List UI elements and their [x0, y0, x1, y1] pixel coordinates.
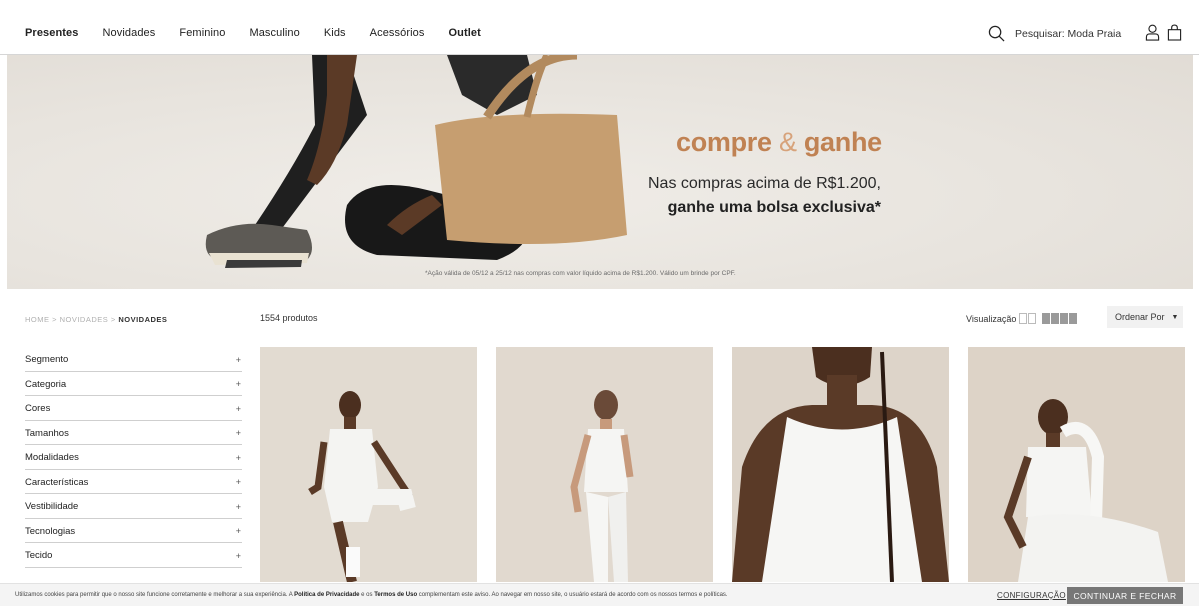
sort-dropdown[interactable]: Ordenar Por ▼ — [1107, 306, 1183, 328]
terms-link[interactable]: Termos de Uso — [374, 592, 417, 598]
filter-label: Tamanhos — [25, 427, 69, 439]
search-icon[interactable] — [988, 25, 1005, 42]
nav-novidades[interactable]: Novidades — [103, 27, 156, 39]
plus-icon: + — [235, 428, 241, 439]
cookie-config-link[interactable]: CONFIGURAÇÃO — [997, 591, 1066, 600]
filter-tecnologias[interactable]: Tecnologias + — [25, 519, 242, 543]
filter-tamanhos[interactable]: Tamanhos + — [25, 421, 242, 445]
breadcrumb-current: NOVIDADES — [118, 315, 168, 324]
filter-label: Cores — [25, 403, 51, 415]
promo-title-part1: compre — [676, 127, 772, 157]
grid-4-icon[interactable] — [1042, 313, 1078, 324]
promo-title-part2: ganhe — [803, 127, 882, 157]
plus-icon: + — [235, 379, 241, 390]
nav-outlet[interactable]: Outlet — [448, 27, 480, 39]
promo-banner[interactable]: compre & ganhe Nas compras acima de R$1.… — [7, 55, 1193, 289]
filter-label: Características — [25, 476, 89, 488]
filter-label: Tecnologias — [25, 525, 76, 537]
breadcrumb: HOME > NOVIDADES > NOVIDADES — [25, 315, 167, 324]
product-image[interactable] — [732, 347, 949, 582]
cookie-text: complementam este aviso. Ao navegar em n… — [417, 592, 728, 598]
plus-icon: + — [235, 354, 241, 365]
cookie-accept-button[interactable]: CONTINUAR E FECHAR — [1067, 587, 1183, 604]
filter-label: Categoria — [25, 378, 67, 390]
plus-icon: + — [235, 477, 241, 488]
promo-line1: Nas compras acima de R$1.200, — [648, 175, 881, 192]
breadcrumb-separator: > — [110, 315, 116, 324]
filter-vestibilidade[interactable]: Vestibilidade + — [25, 494, 242, 519]
sort-label: Ordenar Por — [1115, 312, 1165, 322]
plus-icon: + — [235, 403, 241, 414]
plus-icon: + — [235, 550, 241, 561]
cookie-banner: Utilizamos cookies para permitir que o n… — [0, 583, 1199, 606]
view-toggle: Visualização — [966, 313, 1078, 324]
filter-caracteristicas[interactable]: Características + — [25, 470, 242, 494]
privacy-policy-link[interactable]: Política de Privacidade — [294, 592, 359, 598]
product-grid — [260, 347, 1185, 582]
search-input[interactable]: Pesquisar: Moda Praia — [1015, 28, 1121, 40]
filter-categoria[interactable]: Categoria + — [25, 372, 242, 396]
nav-presentes[interactable]: Presentes — [25, 27, 79, 39]
cookie-text: e os — [359, 592, 375, 598]
plus-icon: + — [235, 526, 241, 537]
promo-title: compre & ganhe — [676, 127, 882, 158]
bag-icon[interactable] — [1167, 24, 1182, 41]
nav-feminino[interactable]: Feminino — [179, 27, 225, 39]
header-icons — [1145, 24, 1182, 41]
nav-acessorios[interactable]: Acessórios — [370, 27, 425, 39]
product-count: 1554 produtos — [260, 313, 318, 323]
banner-model-image — [205, 55, 627, 268]
promo-title-amp: & — [778, 127, 797, 157]
product-card[interactable] — [496, 347, 713, 582]
main-nav: Presentes Novidades Feminino Masculino K… — [25, 27, 505, 39]
view-label: Visualização — [966, 313, 1017, 324]
filter-cores[interactable]: Cores + — [25, 396, 242, 421]
filter-modalidades[interactable]: Modalidades + — [25, 445, 242, 470]
product-image[interactable] — [260, 347, 477, 582]
filter-segmento[interactable]: Segmento + — [25, 347, 242, 372]
breadcrumb-home[interactable]: HOME — [25, 315, 50, 324]
filter-sidebar: Segmento + Categoria + Cores + Tamanhos + Mo… — [25, 347, 242, 568]
plus-icon: + — [235, 501, 241, 512]
chevron-down-icon: ▼ — [1171, 313, 1179, 321]
plus-icon: + — [235, 452, 241, 463]
breadcrumb-novidades[interactable]: NOVIDADES — [60, 315, 109, 324]
user-icon[interactable] — [1145, 24, 1160, 41]
promo-disclaimer: *Ação válida de 05/12 a 25/12 nas compra… — [425, 270, 736, 277]
product-card[interactable] — [732, 347, 949, 582]
filter-label: Vestibilidade — [25, 501, 79, 513]
search-box[interactable]: Pesquisar: Moda Praia — [988, 25, 1121, 42]
filter-label: Modalidades — [25, 452, 79, 464]
cookie-message: Utilizamos cookies para permitir que o n… — [15, 592, 728, 598]
product-card[interactable] — [968, 347, 1185, 582]
site-header: Presentes Novidades Feminino Masculino K… — [0, 0, 1199, 55]
product-image[interactable] — [968, 347, 1185, 582]
filter-label: Segmento — [25, 354, 69, 366]
product-card[interactable] — [260, 347, 477, 582]
cookie-text: Utilizamos cookies para permitir que o n… — [15, 592, 295, 598]
breadcrumb-separator: > — [52, 315, 57, 324]
filter-label: Tecido — [25, 550, 53, 562]
product-image[interactable] — [496, 347, 713, 582]
grid-2-icon[interactable] — [1019, 313, 1037, 324]
promo-line2: ganhe uma bolsa exclusiva* — [667, 199, 881, 216]
filter-tecido[interactable]: Tecido + — [25, 543, 242, 568]
nav-masculino[interactable]: Masculino — [249, 27, 299, 39]
nav-kids[interactable]: Kids — [324, 27, 346, 39]
